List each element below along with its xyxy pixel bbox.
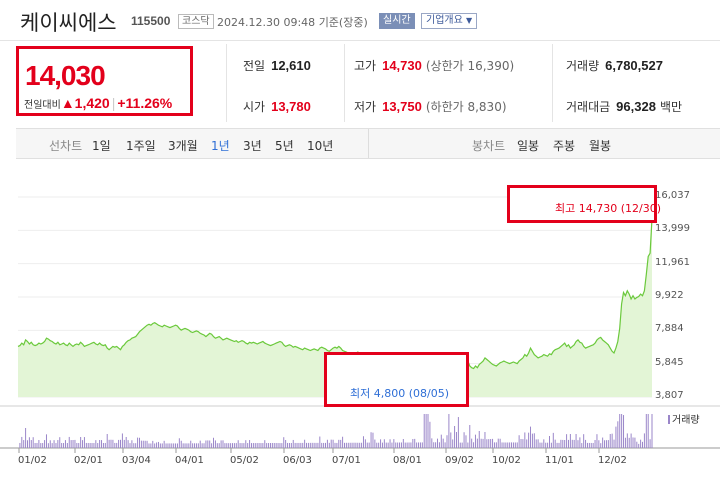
volume-value: 6,780,527 <box>605 58 663 73</box>
min-price-label: 최저 4,800 (08/05) <box>350 387 450 400</box>
stat-high: 고가 14,730 (상한가 16,390) <box>354 57 514 74</box>
open-value: 13,780 <box>271 99 311 114</box>
tab-period-1y[interactable]: 1년 <box>211 137 230 154</box>
x-tick-label: 10/02 <box>492 455 521 466</box>
stats-divider <box>344 44 345 122</box>
stock-name: 케이씨에스 <box>20 11 117 35</box>
stats-divider <box>552 44 553 122</box>
tab-period-5y[interactable]: 5년 <box>275 137 294 154</box>
change-percent: +11.26% <box>117 95 173 111</box>
volume-label: 거래량 <box>566 59 600 73</box>
tab-candle-monthly[interactable]: 월봉 <box>589 137 611 154</box>
y-tick-label: 7,884 <box>655 323 684 335</box>
amount-label: 거래대금 <box>566 100 611 114</box>
change-amount: 1,420 <box>74 95 110 111</box>
high-value: 14,730 <box>382 58 422 73</box>
prev-close-label: 전일 <box>243 59 266 73</box>
y-tick-label: 9,922 <box>655 290 684 301</box>
tab-period-3y[interactable]: 3년 <box>243 137 262 154</box>
price-change: 전일대비▲1,420 | +11.26% <box>24 95 172 111</box>
stat-prev-close: 전일 12,610 <box>243 57 311 74</box>
low-value: 13,750 <box>382 99 422 114</box>
x-tick-label: 04/01 <box>175 455 204 466</box>
tab-candle-daily[interactable]: 일봉 <box>517 137 539 154</box>
low-label: 저가 <box>354 100 377 114</box>
tab-divider <box>368 129 369 158</box>
amount-value: 96,328 <box>616 99 656 114</box>
company-overview-button[interactable]: 기업개요 ▼ <box>421 13 478 29</box>
stat-amount: 거래대금 96,328 백만 <box>566 98 682 115</box>
volume-legend: 거래량 <box>668 411 700 426</box>
price-chart[interactable]: 16,037 13,999 11,961 9,922 7,884 5,845 3,807 0… <box>0 160 720 491</box>
high-label: 고가 <box>354 59 377 73</box>
caret-down-icon: ▼ <box>466 16 473 25</box>
quote-status: 기준(장중) <box>318 16 368 29</box>
stock-header: 케이씨에스 115500 코스닥 2024.12.30 09:48 기준(장중)… <box>0 0 720 40</box>
x-tick-label: 05/02 <box>230 455 259 466</box>
volume-legend-swatch <box>668 415 670 424</box>
y-tick-label: 11,961 <box>655 256 690 268</box>
change-label: 전일대비 <box>24 100 61 111</box>
x-tick-label: 02/01 <box>74 455 103 466</box>
x-tick-label: 03/04 <box>122 455 151 466</box>
prev-close-value: 12,610 <box>271 58 311 73</box>
volume-legend-label: 거래량 <box>672 415 700 426</box>
tab-candle-weekly[interactable]: 주봉 <box>553 137 575 154</box>
stock-code: 115500 <box>131 14 171 28</box>
current-price: 14,030 <box>25 60 106 91</box>
x-tick-label: 08/01 <box>393 455 422 466</box>
stat-open: 시가 13,780 <box>243 98 311 115</box>
x-tick-label: 12/02 <box>598 455 627 466</box>
stats-divider <box>226 44 227 122</box>
x-tick-label: 09/02 <box>445 455 474 466</box>
candle-chart-label: 봉차트 <box>472 139 506 153</box>
tab-period-3m[interactable]: 3개월 <box>168 137 198 154</box>
company-overview-label: 기업개요 <box>426 15 463 26</box>
chart-tab-bar: 선차트 1일 1주일 3개월 1년 3년 5년 10년 봉차트 일봉 주봉 월봉 <box>16 128 720 159</box>
stat-volume: 거래량 6,780,527 <box>566 57 663 74</box>
open-label: 시가 <box>243 100 266 114</box>
tab-period-1w[interactable]: 1주일 <box>126 137 156 154</box>
stat-low: 저가 13,750 (하한가 8,830) <box>354 98 507 115</box>
y-tick-label: 13,999 <box>655 223 690 235</box>
y-tick-label: 3,807 <box>655 390 684 401</box>
quote-timestamp: 2024.12.30 09:48 <box>217 16 316 29</box>
x-tick-label: 11/01 <box>545 455 574 466</box>
market-badge: 코스닥 <box>178 14 214 29</box>
upper-limit: (상한가 16,390) <box>425 59 515 73</box>
x-tick-label: 07/01 <box>332 455 361 466</box>
realtime-button[interactable]: 실시간 <box>379 13 415 29</box>
up-arrow-icon: ▲ <box>60 95 75 111</box>
tab-period-1d[interactable]: 1일 <box>92 137 111 154</box>
amount-unit: 백만 <box>659 100 683 114</box>
tab-period-10y[interactable]: 10년 <box>307 137 333 154</box>
max-price-label: 최고 14,730 (12/30) <box>555 202 662 215</box>
max-price-callout: 최고 14,730 (12/30) <box>507 185 661 223</box>
x-tick-label: 06/03 <box>283 455 312 466</box>
line-chart-label: 선차트 <box>49 139 83 153</box>
min-price-callout: 최저 4,800 (08/05) <box>324 352 469 407</box>
current-price-box: 14,030 전일대비▲1,420 | +11.26% <box>16 46 193 116</box>
lower-limit: (하한가 8,830) <box>425 100 507 114</box>
quote-datetime: 2024.12.30 09:48 기준(장중) <box>217 14 368 30</box>
header-divider <box>0 40 720 41</box>
x-tick-label: 01/02 <box>18 455 47 466</box>
y-tick-label: 5,845 <box>655 356 684 368</box>
change-separator: | <box>111 95 116 111</box>
